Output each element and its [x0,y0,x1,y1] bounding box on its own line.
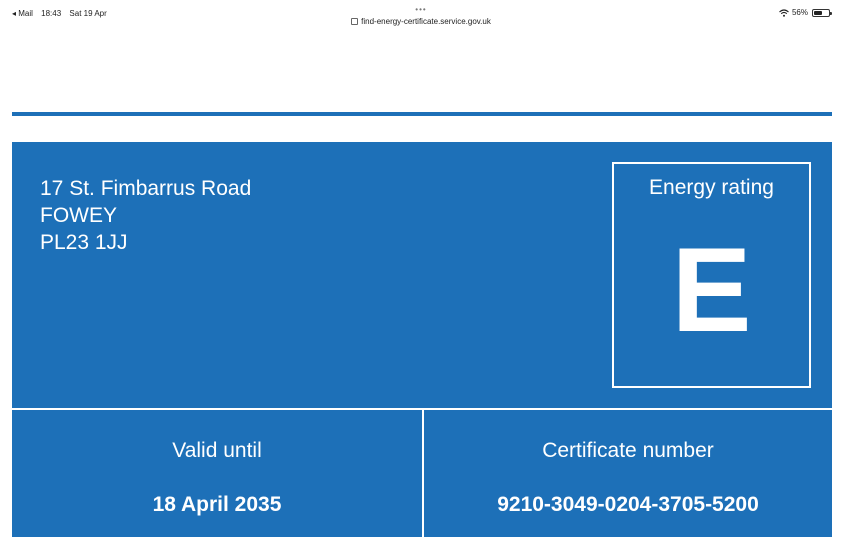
lock-icon [351,18,359,25]
property-address: 17 St. Fimbarrus Road FOWEY PL23 1JJ [40,175,251,256]
address-postcode: PL23 1JJ [40,231,128,254]
energy-rating-letter: E [671,223,752,357]
battery-percent: 56% [791,8,808,17]
status-right: 56% [779,8,832,17]
valid-until-date: 18 April 2035 [152,493,282,516]
certificate-number-label: Certificate number [542,439,714,462]
header-rule [12,112,832,116]
address-town: FOWEY [40,204,117,227]
address-line: 17 St. Fimbarrus Road [40,177,252,200]
energy-rating-label: Energy rating [649,176,774,199]
certificate-number-value: 9210-3049-0204-3705-5200 [497,493,759,516]
status-bar: ◂ Mail 18:43 Sat 19 Apr ••• find-energy-… [0,0,842,34]
url-text: find-energy-certificate.service.gov.uk [361,17,491,26]
valid-until-cell: Valid until 18 April 2035 [12,410,422,537]
wifi-icon [779,8,789,17]
epc-certificate-panel: 17 St. Fimbarrus Road FOWEY PL23 1JJ Ene… [12,142,832,537]
address-bar[interactable]: find-energy-certificate.service.gov.uk [0,17,842,26]
energy-rating-box: Energy rating E [612,162,811,388]
valid-until-label: Valid until [172,439,262,462]
multitasking-dots[interactable]: ••• [0,5,842,14]
battery-icon [812,8,832,17]
certificate-number-cell: Certificate number 9210-3049-0204-3705-5… [424,410,832,537]
battery-level [814,10,822,15]
